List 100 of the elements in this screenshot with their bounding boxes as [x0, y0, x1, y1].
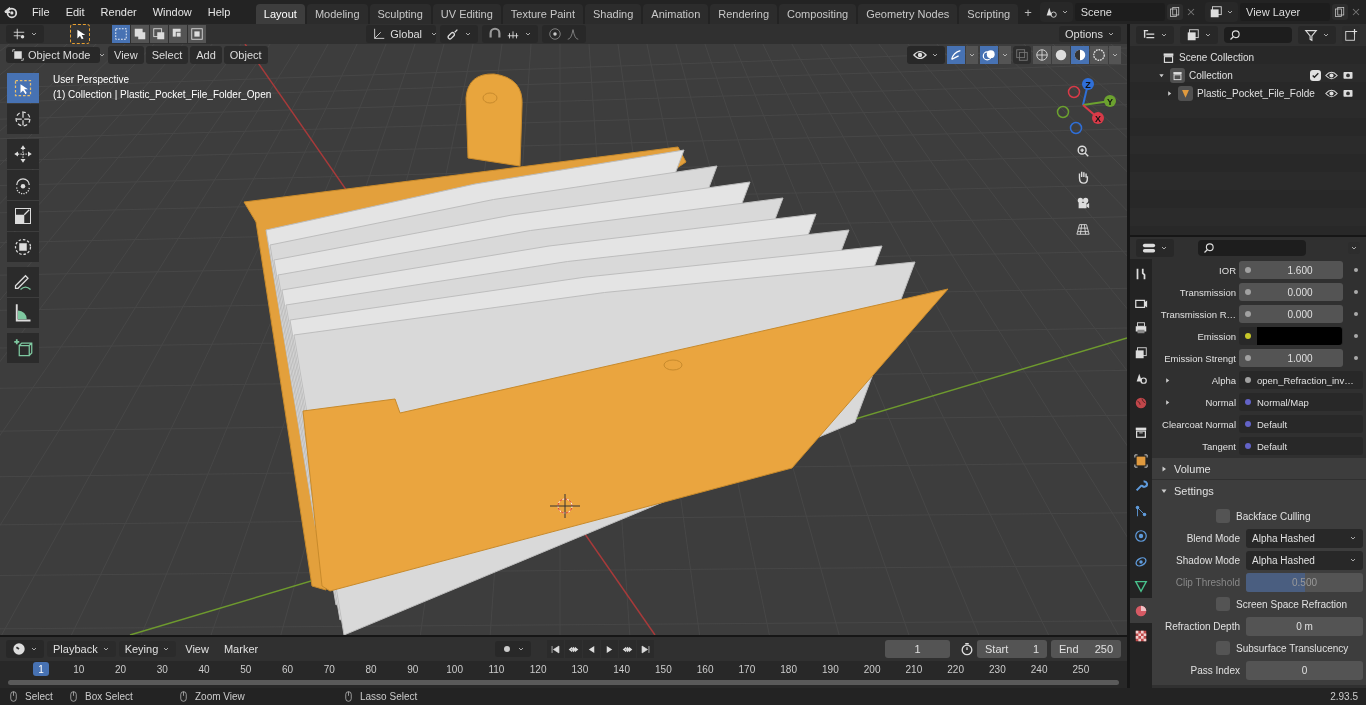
- workspace-tab[interactable]: UV Editing: [432, 4, 501, 24]
- visibility-dropdown[interactable]: [907, 46, 945, 64]
- workspace-tab[interactable]: Animation: [643, 4, 709, 24]
- scrollbar[interactable]: [8, 680, 1119, 685]
- collapsed-triangle-icon[interactable]: [1164, 376, 1171, 384]
- select-tool-button[interactable]: [70, 24, 90, 44]
- dropdown[interactable]: Alpha Hashed: [1246, 528, 1363, 548]
- editor-type-button[interactable]: [1136, 26, 1174, 44]
- add-cube-tool[interactable]: [7, 333, 39, 363]
- caret-icon[interactable]: [1349, 556, 1357, 564]
- outliner-item[interactable]: Collection: [1189, 69, 1233, 81]
- number-field[interactable]: 0 m: [1246, 616, 1363, 636]
- socket-dot-icon[interactable]: [1245, 377, 1251, 383]
- panel-header[interactable]: Volume: [1152, 458, 1366, 479]
- workspace-tab[interactable]: Modeling: [306, 4, 368, 24]
- menu-item[interactable]: View: [108, 46, 144, 64]
- scene-selector[interactable]: [1039, 2, 1073, 22]
- caret-icon[interactable]: [1349, 534, 1357, 542]
- linked-input-field[interactable]: Default: [1239, 415, 1363, 433]
- cursor-tool[interactable]: [7, 104, 39, 134]
- number-field[interactable]: 0.000: [1239, 305, 1343, 323]
- move-tool[interactable]: [7, 139, 39, 169]
- ruler-tool[interactable]: [7, 298, 39, 328]
- scene-name-field[interactable]: Scene: [1074, 3, 1165, 21]
- socket-dot-icon[interactable]: [1245, 267, 1251, 273]
- socket-dot-icon[interactable]: [1245, 399, 1251, 405]
- playback-button[interactable]: [565, 640, 583, 658]
- linked-input-field[interactable]: open_Refraction_inv…: [1239, 371, 1363, 389]
- copy-button[interactable]: [1332, 4, 1348, 20]
- display-mode-button[interactable]: [1180, 26, 1218, 44]
- transform-tool[interactable]: [7, 232, 39, 262]
- invert-selection-icon[interactable]: [169, 25, 187, 43]
- view-layer-selector[interactable]: [1205, 2, 1239, 22]
- menu-item[interactable]: Edit: [58, 3, 92, 21]
- subtract-selection-icon[interactable]: [150, 25, 168, 43]
- pivot-dropdown[interactable]: [440, 25, 479, 43]
- proportional-edit-button[interactable]: [542, 25, 587, 43]
- xray-toggle[interactable]: [1013, 46, 1031, 64]
- snap-dropdown[interactable]: [482, 25, 539, 43]
- rotate-tool[interactable]: [7, 170, 39, 200]
- record-button[interactable]: [495, 641, 532, 657]
- workspace-tab[interactable]: Texture Paint: [502, 4, 583, 24]
- new-collection-button[interactable]: [1342, 26, 1360, 44]
- gizmo-toggle[interactable]: [947, 46, 965, 64]
- number-field[interactable]: 1.600: [1239, 261, 1343, 279]
- socket-dot-icon[interactable]: [1245, 289, 1251, 295]
- socket-dot-icon[interactable]: [1245, 421, 1251, 427]
- menu-item[interactable]: Object: [223, 46, 268, 64]
- expanded-triangle-icon[interactable]: [1157, 71, 1165, 79]
- playback-button[interactable]: [637, 640, 655, 658]
- number-field[interactable]: 0.000: [1239, 283, 1343, 301]
- stopwatch-icon[interactable]: [960, 642, 974, 656]
- color-swatch[interactable]: [1257, 327, 1342, 345]
- socket-dot-icon[interactable]: [1245, 333, 1251, 339]
- extend-selection-icon[interactable]: [131, 25, 149, 43]
- add-workspace-button[interactable]: +: [1020, 3, 1036, 21]
- scale-tool[interactable]: [7, 201, 39, 231]
- options-dropdown[interactable]: Options: [1059, 26, 1121, 42]
- shading-mode-button[interactable]: [1052, 46, 1070, 64]
- playback-button[interactable]: [601, 640, 619, 658]
- menu-item[interactable]: Help: [200, 3, 238, 21]
- workspace-tab[interactable]: Sculpting: [369, 4, 431, 24]
- number-field[interactable]: 1.000: [1239, 349, 1343, 367]
- orientation-dropdown[interactable]: Global: [366, 25, 437, 43]
- search-field[interactable]: [1198, 240, 1306, 256]
- exclude-checkbox[interactable]: [1310, 69, 1321, 81]
- outliner-item[interactable]: Scene Collection: [1179, 51, 1255, 63]
- menu-item[interactable]: View: [179, 641, 215, 657]
- menu-dropdown[interactable]: Keying: [118, 641, 177, 657]
- workspace-tab[interactable]: Geometry Nodes: [858, 4, 958, 24]
- linked-input-field[interactable]: Normal/Map: [1239, 393, 1363, 411]
- properties-tab[interactable]: [1130, 598, 1152, 623]
- blender-logo-icon[interactable]: [4, 5, 18, 19]
- playhead[interactable]: 1: [33, 662, 49, 676]
- copy-button[interactable]: [1166, 4, 1183, 20]
- menu-item[interactable]: Render: [93, 3, 144, 21]
- collapsed-triangle-icon[interactable]: [1165, 89, 1173, 97]
- menu-dropdown[interactable]: Playback: [47, 641, 116, 657]
- socket-dot-icon[interactable]: [1245, 443, 1251, 449]
- keyframe-dot-icon[interactable]: [1354, 334, 1358, 338]
- overlay-toggle[interactable]: [980, 46, 998, 64]
- workspace-tab[interactable]: Scripting: [959, 4, 1019, 24]
- number-field[interactable]: 0: [1246, 660, 1363, 680]
- dropdown[interactable]: Alpha Hashed: [1246, 550, 1363, 570]
- view-layer-name-field[interactable]: View Layer: [1240, 3, 1330, 21]
- panel-header[interactable]: Settings: [1152, 480, 1366, 501]
- pencil-tool[interactable]: [7, 267, 39, 297]
- keyframe-dot-icon[interactable]: [1354, 312, 1358, 316]
- menu-item[interactable]: Select: [145, 46, 189, 64]
- workspace-tab[interactable]: Compositing: [779, 4, 857, 24]
- current-frame-field[interactable]: 1: [885, 640, 950, 658]
- filter-button[interactable]: [1298, 26, 1336, 44]
- outliner-item[interactable]: Plastic_Pocket_File_Folde: [1197, 87, 1315, 99]
- collapsed-triangle-icon[interactable]: [1160, 464, 1168, 473]
- workspace-tab[interactable]: Rendering: [710, 4, 778, 24]
- playback-button[interactable]: [547, 640, 565, 658]
- menu-item[interactable]: Add: [190, 46, 222, 64]
- close-icon[interactable]: [1350, 6, 1362, 18]
- start-frame-field[interactable]: Start 1: [977, 640, 1047, 658]
- keyframe-dot-icon[interactable]: [1354, 290, 1358, 294]
